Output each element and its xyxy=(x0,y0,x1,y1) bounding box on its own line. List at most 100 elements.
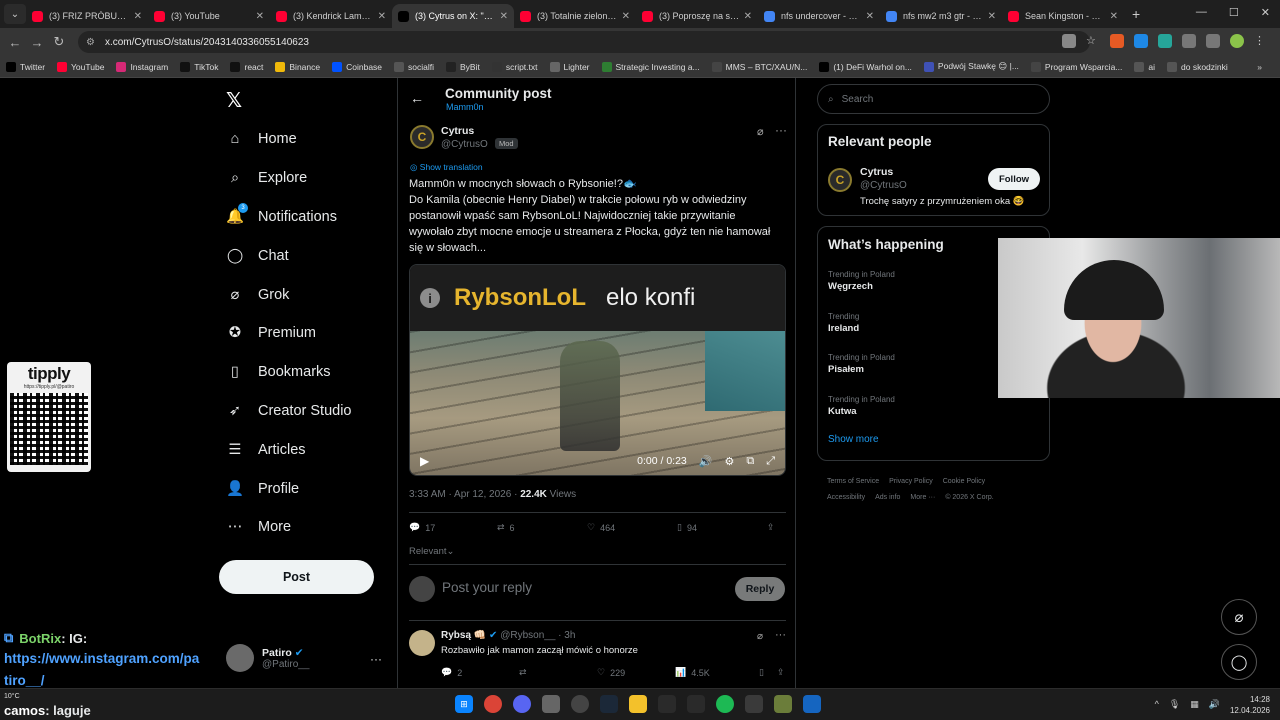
nav-item-notifications[interactable]: 🔔 3 Notifications xyxy=(226,198,352,237)
bookmark-item[interactable]: YouTube xyxy=(57,61,104,72)
author-handle[interactable]: @CytrusO xyxy=(441,139,488,150)
bookmark-item[interactable]: do skodzinki xyxy=(1167,61,1228,72)
show-translation-link[interactable]: ◎ Show translation xyxy=(410,162,483,173)
share-action[interactable]: ⇪ xyxy=(777,667,785,678)
footer-link[interactable]: © 2026 X Corp. xyxy=(945,494,993,501)
close-tab-icon[interactable]: ✕ xyxy=(134,11,142,22)
browser-tab[interactable]: (3) FRIZ PRÓBUJE UC ✕ xyxy=(26,4,148,28)
extension-icon[interactable] xyxy=(1134,34,1148,48)
repost-action[interactable]: ⇄ 6 xyxy=(497,522,587,533)
show-more-link[interactable]: Show more xyxy=(828,434,879,445)
comment-time[interactable]: · 3h xyxy=(558,630,575,641)
reply-button[interactable]: Reply xyxy=(735,577,785,601)
avatar[interactable] xyxy=(409,630,435,656)
browser-tab[interactable]: (3) Totalnie zielony k ✕ xyxy=(514,4,636,28)
account-more-icon[interactable]: ··· xyxy=(370,652,382,666)
community-link[interactable]: Mamm0n xyxy=(446,102,484,112)
microphone-icon[interactable]: 🎙 xyxy=(1169,699,1180,710)
back-arrow-icon[interactable]: ← xyxy=(410,90,424,106)
trend-item[interactable]: Trending in Poland Węgrzech xyxy=(828,270,895,292)
close-tab-icon[interactable]: ✕ xyxy=(744,11,752,22)
settings-icon[interactable]: ⚙ xyxy=(724,455,734,468)
pip-icon[interactable]: ⧉ xyxy=(746,455,754,468)
footer-link[interactable]: Accessibility xyxy=(827,494,865,501)
nav-item-creator-studio[interactable]: ➶ Creator Studio xyxy=(226,392,352,431)
nav-item-articles[interactable]: ☰ Articles xyxy=(226,430,352,469)
comment-author[interactable]: Rybsą 👊🏻 xyxy=(441,630,486,641)
browser-tab[interactable]: (3) Poproszę na siebie ✕ xyxy=(636,4,758,28)
folder-icon[interactable] xyxy=(629,695,647,713)
bookmark-item[interactable]: Instagram xyxy=(116,61,168,72)
close-tab-icon[interactable]: ✕ xyxy=(988,11,996,22)
like-action[interactable]: ♡ 464 xyxy=(587,522,677,533)
post-timestamp[interactable]: 3:33 AM · Apr 12, 2026 · xyxy=(409,489,520,500)
nav-item-more[interactable]: ⋯ More xyxy=(226,508,352,547)
bookmark-item[interactable]: TikTok xyxy=(180,61,218,72)
person-name[interactable]: Cytrus xyxy=(860,166,893,178)
nav-item-home[interactable]: ⌂ Home xyxy=(226,120,352,159)
bookmark-item[interactable]: ByBit xyxy=(446,61,480,72)
steam-icon[interactable] xyxy=(600,695,618,713)
tab-search-button[interactable]: ⌄ xyxy=(4,4,26,24)
grok-icon[interactable]: ⌀ xyxy=(757,125,764,138)
minimize-button[interactable]: — xyxy=(1196,6,1207,19)
footer-link[interactable]: Cookie Policy xyxy=(943,478,985,485)
reply-input[interactable]: Post your reply xyxy=(442,580,532,595)
bookmark-item[interactable]: Binance xyxy=(275,61,320,72)
star-icon[interactable]: ☆ xyxy=(1086,34,1100,48)
chrome-icon[interactable] xyxy=(484,695,502,713)
discord-icon[interactable] xyxy=(513,695,531,713)
nav-item-premium[interactable]: ✪ Premium xyxy=(226,314,352,353)
bookmark-item[interactable]: Podwój Stawkę 😊 |... xyxy=(923,61,1019,72)
app-icon[interactable] xyxy=(774,695,792,713)
weather-widget[interactable]: 10°C xyxy=(4,693,20,700)
search-input[interactable]: ⌕ Search xyxy=(817,84,1050,114)
fullscreen-icon[interactable]: ⤢ xyxy=(766,455,775,468)
chat-floating-button[interactable]: ◯ xyxy=(1221,644,1257,680)
chat-link[interactable]: https://www.instagram.com/pa xyxy=(0,648,215,670)
video-player[interactable]: i RybsonLoL elo konfi ▶ 0:00 / 0:23 🔊 ⚙ … xyxy=(409,264,786,476)
reply-action[interactable]: 💬 2 xyxy=(441,667,519,678)
volume-icon[interactable]: 🔊 xyxy=(1209,699,1220,710)
back-button[interactable]: ← xyxy=(4,35,26,50)
browser-tab[interactable]: (3) Cytrus on X: "Mam ✕ xyxy=(392,4,514,28)
bookmark-item[interactable]: Program Wsparcia... xyxy=(1030,61,1122,72)
windows-start-icon[interactable]: ⊞ xyxy=(455,695,473,713)
bookmarks-overflow-icon[interactable]: » xyxy=(1257,62,1262,72)
avatar[interactable]: C xyxy=(410,125,434,149)
post-button[interactable]: Post xyxy=(219,560,374,594)
spotify-icon[interactable] xyxy=(716,695,734,713)
footer-link[interactable]: Privacy Policy xyxy=(889,478,933,485)
close-tab-icon[interactable]: ✕ xyxy=(378,11,386,22)
cast-icon[interactable] xyxy=(1062,34,1076,48)
close-tab-icon[interactable]: ✕ xyxy=(1110,11,1118,22)
bookmark-item[interactable]: Twitter xyxy=(6,61,45,72)
footer-link[interactable]: Ads info xyxy=(875,494,900,501)
nav-item-grok[interactable]: ⌀ Grok xyxy=(226,275,352,314)
new-tab-button[interactable]: + xyxy=(1132,6,1140,22)
person-handle[interactable]: @CytrusO xyxy=(860,180,907,191)
reading-list-icon[interactable] xyxy=(1206,34,1220,48)
trend-item[interactable]: Trending in Poland Kutwa xyxy=(828,395,895,417)
follow-button[interactable]: Follow xyxy=(988,168,1040,190)
grok-floating-button[interactable]: ⌀ xyxy=(1221,599,1257,635)
extension-icon[interactable] xyxy=(1110,34,1124,48)
bookmark-item[interactable]: Coinbase xyxy=(332,61,382,72)
volume-icon[interactable]: 🔊 xyxy=(699,455,713,468)
close-tab-icon[interactable]: ✕ xyxy=(500,11,508,22)
more-options-icon[interactable]: ··· xyxy=(775,629,786,641)
close-tab-icon[interactable]: ✕ xyxy=(866,11,874,22)
browser-tab[interactable]: nfs mw2 m3 gtr - Szu ✕ xyxy=(880,4,1002,28)
chevron-up-icon[interactable]: ^ xyxy=(1155,699,1159,710)
bookmark-item[interactable]: socialfi xyxy=(394,61,434,72)
site-info-icon[interactable]: ⚙ xyxy=(86,37,95,48)
bookmark-item[interactable]: react xyxy=(230,61,263,72)
close-tab-icon[interactable]: ✕ xyxy=(622,11,630,22)
nav-item-bookmarks[interactable]: ▯ Bookmarks xyxy=(226,353,352,392)
browser-tab[interactable]: Sean Kingston - Beau ✕ xyxy=(1002,4,1124,28)
trend-item[interactable]: Trending Ireland xyxy=(828,312,859,334)
puzzle-icon[interactable] xyxy=(1182,34,1196,48)
sort-replies-dropdown[interactable]: Relevant⌄ xyxy=(409,546,454,557)
bookmark-item[interactable]: MMS – BTC/XAU/N... xyxy=(711,61,807,72)
network-icon[interactable]: ▦ xyxy=(1190,699,1199,710)
